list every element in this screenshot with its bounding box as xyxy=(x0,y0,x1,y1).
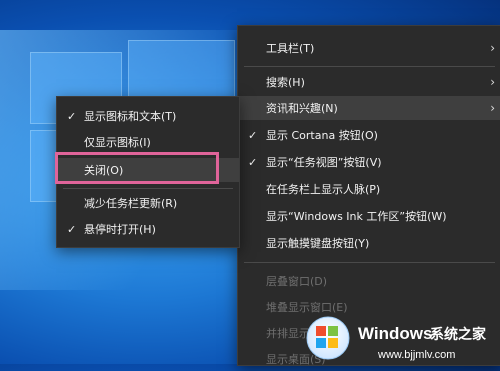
menu-item-toolbars[interactable]: 工具栏(T) › xyxy=(238,36,500,60)
menu-separator xyxy=(63,188,233,189)
menu-separator xyxy=(244,66,495,67)
chevron-right-icon: › xyxy=(490,75,495,89)
site-watermark-logo: Windows 系统之家 www.bjjmlv.com xyxy=(300,306,500,364)
menu-item-search[interactable]: 搜索(H) › xyxy=(238,70,500,94)
check-icon: ✓ xyxy=(67,109,77,123)
check-icon: ✓ xyxy=(248,128,258,142)
submenu-item-show-icon-and-text[interactable]: ✓ 显示图标和文本(T) xyxy=(57,104,239,128)
check-icon: ✓ xyxy=(67,222,77,236)
chevron-right-icon: › xyxy=(490,101,495,115)
menu-item-show-task-view-button[interactable]: ✓ 显示“任务视图”按钮(V) xyxy=(238,150,500,174)
annotation-highlight-box xyxy=(55,152,219,184)
submenu-item-open-on-hover[interactable]: ✓ 悬停时打开(H) xyxy=(57,217,239,241)
menu-item-show-cortana-button[interactable]: ✓ 显示 Cortana 按钮(O) xyxy=(238,123,500,147)
menu-item-cascade-windows: 层叠窗口(D) xyxy=(266,275,328,288)
logo-square-red xyxy=(316,326,326,336)
menu-item-show-windows-ink[interactable]: 显示“Windows Ink 工作区”按钮(W) xyxy=(238,204,500,228)
watermark-graphic: Windows 系统之家 www.bjjmlv.com xyxy=(306,316,487,361)
menu-item-show-touch-keyboard[interactable]: 显示触摸键盘按钮(Y) xyxy=(238,231,500,255)
chevron-right-icon: › xyxy=(490,41,495,55)
logo-square-yellow xyxy=(328,338,338,348)
watermark-brand: Windows xyxy=(358,324,432,343)
watermark-url: www.bjjmlv.com xyxy=(377,349,455,361)
submenu-item-show-icon-only[interactable]: 仅显示图标(I) xyxy=(57,130,239,154)
submenu-item-reduce-updates[interactable]: 减少任务栏更新(R) xyxy=(57,191,239,215)
menu-item-show-people[interactable]: 在任务栏上显示人脉(P) xyxy=(238,177,500,201)
menu-separator xyxy=(244,262,495,263)
logo-square-blue xyxy=(316,338,326,348)
watermark-cn: 系统之家 xyxy=(430,326,487,343)
menu-item-news-and-interests[interactable]: 资讯和兴趣(N) › xyxy=(238,96,500,120)
check-icon: ✓ xyxy=(248,155,258,169)
logo-square-green xyxy=(328,326,338,336)
